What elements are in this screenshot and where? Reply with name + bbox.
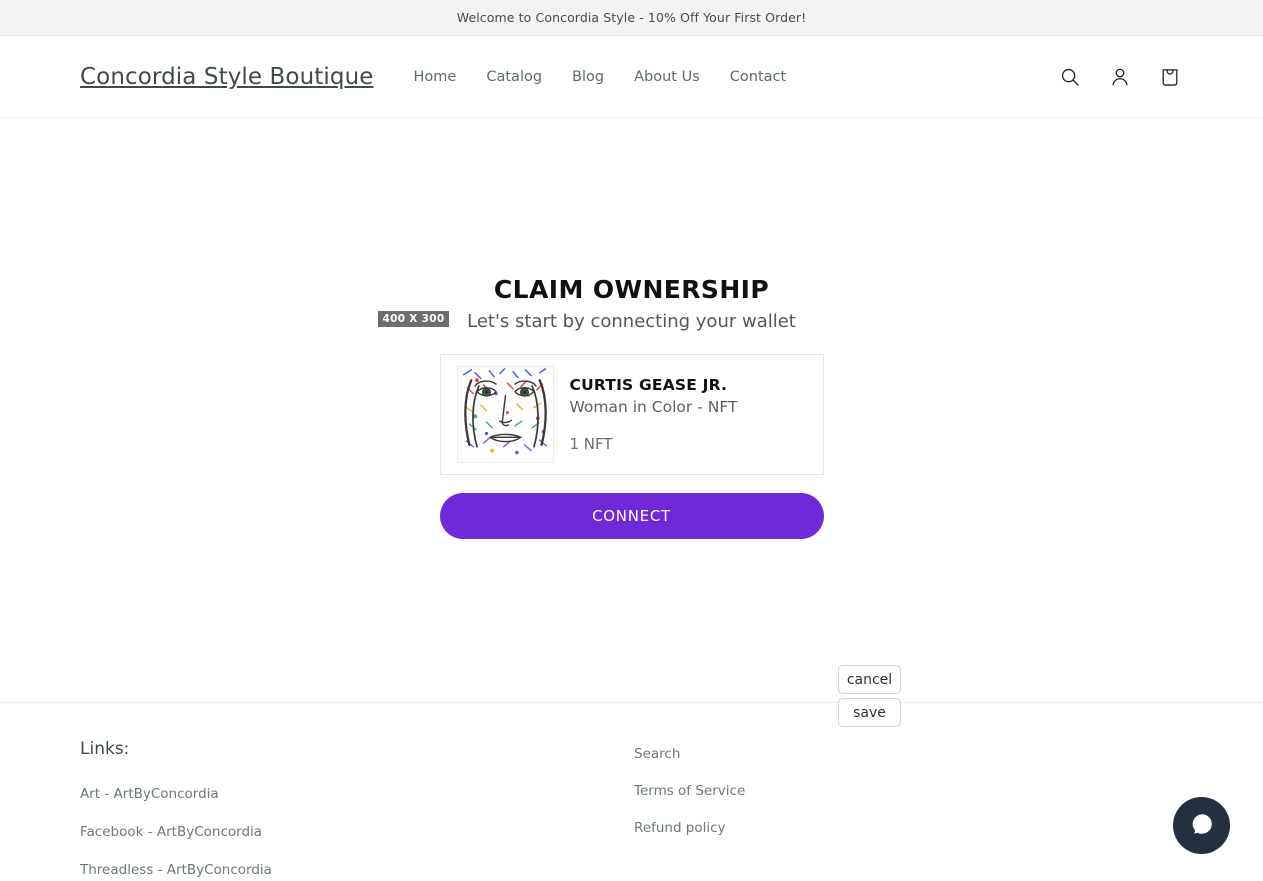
account-icon[interactable] bbox=[1107, 64, 1133, 90]
nav-item-contact[interactable]: Contact bbox=[730, 69, 786, 85]
footer-link-search[interactable]: Search bbox=[634, 746, 994, 762]
nav-item-home[interactable]: Home bbox=[414, 69, 457, 85]
site-footer: Links: Art - ArtByConcordia Facebook - A… bbox=[0, 702, 1263, 880]
footer-column-links: Links: Art - ArtByConcordia Facebook - A… bbox=[80, 739, 634, 880]
edit-action-group: cancel save bbox=[838, 665, 901, 727]
footer-link-terms-of-service[interactable]: Terms of Service bbox=[634, 783, 994, 799]
nft-artist-name: CURTIS GEASE JR. bbox=[569, 375, 728, 394]
nav-item-blog[interactable]: Blog bbox=[572, 69, 604, 85]
connect-button[interactable]: CONNECT bbox=[439, 492, 824, 539]
page-subtitle: Let's start by connecting your wallet bbox=[467, 310, 796, 332]
main-content: 400 X 300 CLAIM OWNERSHIP Let's start by… bbox=[0, 118, 1263, 727]
cart-icon[interactable] bbox=[1157, 64, 1183, 90]
footer-link-refund-policy[interactable]: Refund policy bbox=[634, 820, 994, 836]
footer-heading: Links: bbox=[80, 739, 130, 759]
announcement-bar: Welcome to Concordia Style - 10% Off You… bbox=[0, 0, 1263, 36]
footer-column-policies: Search Terms of Service Refund policy bbox=[634, 739, 994, 880]
footer-link-threadless[interactable]: Threadless - ArtByConcordia bbox=[80, 862, 634, 878]
header-icon-group bbox=[1057, 64, 1231, 90]
page-title: CLAIM OWNERSHIP bbox=[493, 275, 770, 304]
nav-item-catalog[interactable]: Catalog bbox=[486, 69, 542, 85]
footer-link-facebook[interactable]: Facebook - ArtByConcordia bbox=[80, 824, 634, 840]
nft-count: 1 NFT bbox=[569, 435, 613, 454]
nft-artwork-thumbnail bbox=[456, 365, 554, 463]
chat-widget-button[interactable] bbox=[1173, 797, 1230, 854]
site-logo[interactable]: Concordia Style Boutique bbox=[80, 64, 374, 90]
search-icon[interactable] bbox=[1057, 64, 1083, 90]
announcement-text: Welcome to Concordia Style - 10% Off You… bbox=[456, 10, 807, 25]
footer-link-art[interactable]: Art - ArtByConcordia bbox=[80, 786, 634, 802]
cancel-button[interactable]: cancel bbox=[838, 665, 901, 694]
nft-card[interactable]: CURTIS GEASE JR. Woman in Color - NFT 1 … bbox=[439, 353, 824, 475]
nft-details: CURTIS GEASE JR. Woman in Color - NFT 1 … bbox=[554, 375, 738, 454]
nav-item-about-us[interactable]: About Us bbox=[634, 69, 700, 85]
main-navigation: Home Catalog Blog About Us Contact bbox=[414, 69, 787, 85]
size-badge: 400 X 300 bbox=[377, 311, 450, 327]
nft-description: Woman in Color - NFT bbox=[569, 397, 738, 416]
save-button[interactable]: save bbox=[838, 698, 901, 727]
chat-bubble-icon bbox=[1187, 809, 1217, 842]
site-header: Concordia Style Boutique Home Catalog Bl… bbox=[0, 36, 1263, 118]
claim-ownership-panel: 400 X 300 CLAIM OWNERSHIP Let's start by… bbox=[377, 275, 824, 539]
